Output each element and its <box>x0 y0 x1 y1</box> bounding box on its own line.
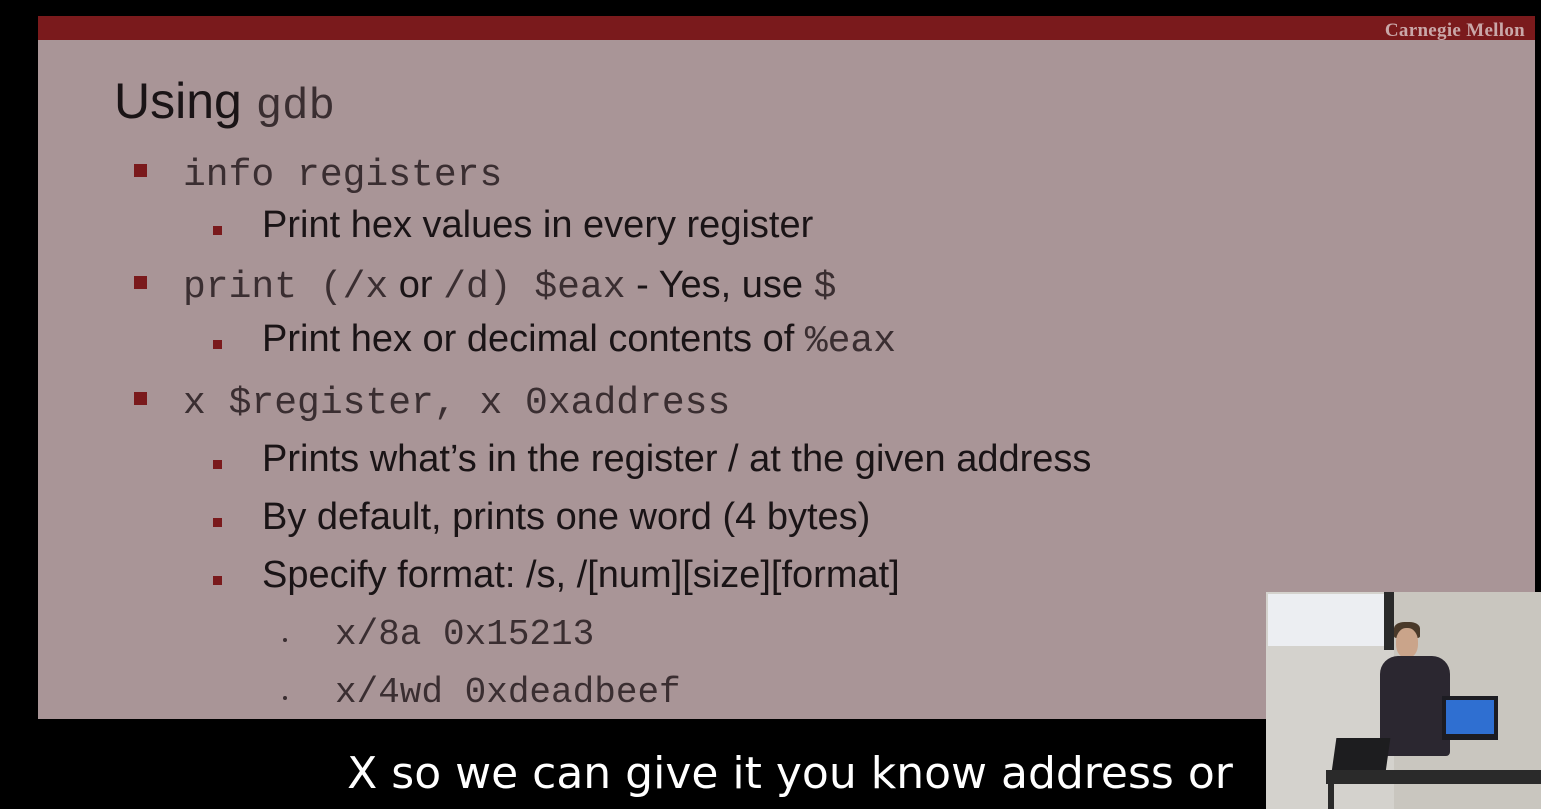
bullet-print-eax: print (/x or /d) $eax - Yes, use $ <box>134 264 836 309</box>
slide-title: Using gdb <box>114 72 335 132</box>
subbullet-text: Print hex or decimal contents of <box>262 318 805 360</box>
laptop <box>1331 738 1391 772</box>
subbullet-text: Print hex values in every register <box>262 204 814 246</box>
subbullet-text: Prints what’s in the register / at the g… <box>262 438 1092 480</box>
example-code: x/4wd 0xdeadbeef <box>335 672 681 713</box>
bullet-code: x $register, x 0xaddress <box>183 382 731 425</box>
bullet-code-a: print (/x <box>183 266 389 309</box>
bullet-text-b: - Yes, use <box>625 264 814 306</box>
subbullet-prints-whats-in: Prints what’s in the register / at the g… <box>213 438 1091 481</box>
slide-title-code: gdb <box>255 82 335 132</box>
subbullet-specify-format: Specify format: /s, /[num][size][format] <box>213 554 900 597</box>
bullet-x-register: x $register, x 0xaddress <box>134 382 730 425</box>
projector-screen <box>1268 594 1386 646</box>
subbullet-text: By default, prints one word (4 bytes) <box>262 496 871 538</box>
example-x4wd: x/4wd 0xdeadbeef <box>283 672 681 713</box>
bullet-code-c: $ <box>813 266 837 309</box>
small-square-bullet-icon <box>213 460 222 470</box>
speaker-video-inset <box>1266 592 1541 809</box>
small-square-bullet-icon <box>213 226 222 236</box>
bullet-info-registers: info registers <box>134 154 502 197</box>
square-bullet-icon <box>134 276 147 290</box>
bullet-code-b: /d) $eax <box>443 266 626 309</box>
slide-title-text: Using <box>114 73 256 129</box>
speaker-body <box>1380 656 1450 756</box>
square-bullet-icon <box>134 164 147 178</box>
lectern-desk <box>1326 770 1541 784</box>
square-bullet-icon <box>134 392 147 406</box>
slide-header-bar: Carnegie Mellon <box>38 16 1535 41</box>
subbullet-text: Specify format: /s, /[num][size][format] <box>262 554 900 596</box>
desk-leg <box>1328 782 1334 809</box>
bullet-text-a: or <box>388 264 444 306</box>
speaker-head <box>1396 628 1418 658</box>
example-code: x/8a 0x15213 <box>335 614 595 655</box>
subbullet-by-default: By default, prints one word (4 bytes) <box>213 496 870 539</box>
desk-monitor-screen <box>1446 700 1494 734</box>
screen-frame <box>1384 592 1394 650</box>
bullet-code: info registers <box>183 154 503 197</box>
subbullet-print-hex: Print hex values in every register <box>213 204 813 247</box>
dot-bullet-icon <box>283 638 287 643</box>
dot-bullet-icon <box>283 696 287 701</box>
brand-logo-text: Carnegie Mellon <box>1384 20 1525 41</box>
subbullet-code: %eax <box>804 320 897 363</box>
small-square-bullet-icon <box>213 340 222 350</box>
small-square-bullet-icon <box>213 576 222 586</box>
subbullet-print-contents: Print hex or decimal contents of %eax <box>213 318 896 363</box>
small-square-bullet-icon <box>213 518 222 528</box>
example-x8a: x/8a 0x15213 <box>283 614 594 655</box>
